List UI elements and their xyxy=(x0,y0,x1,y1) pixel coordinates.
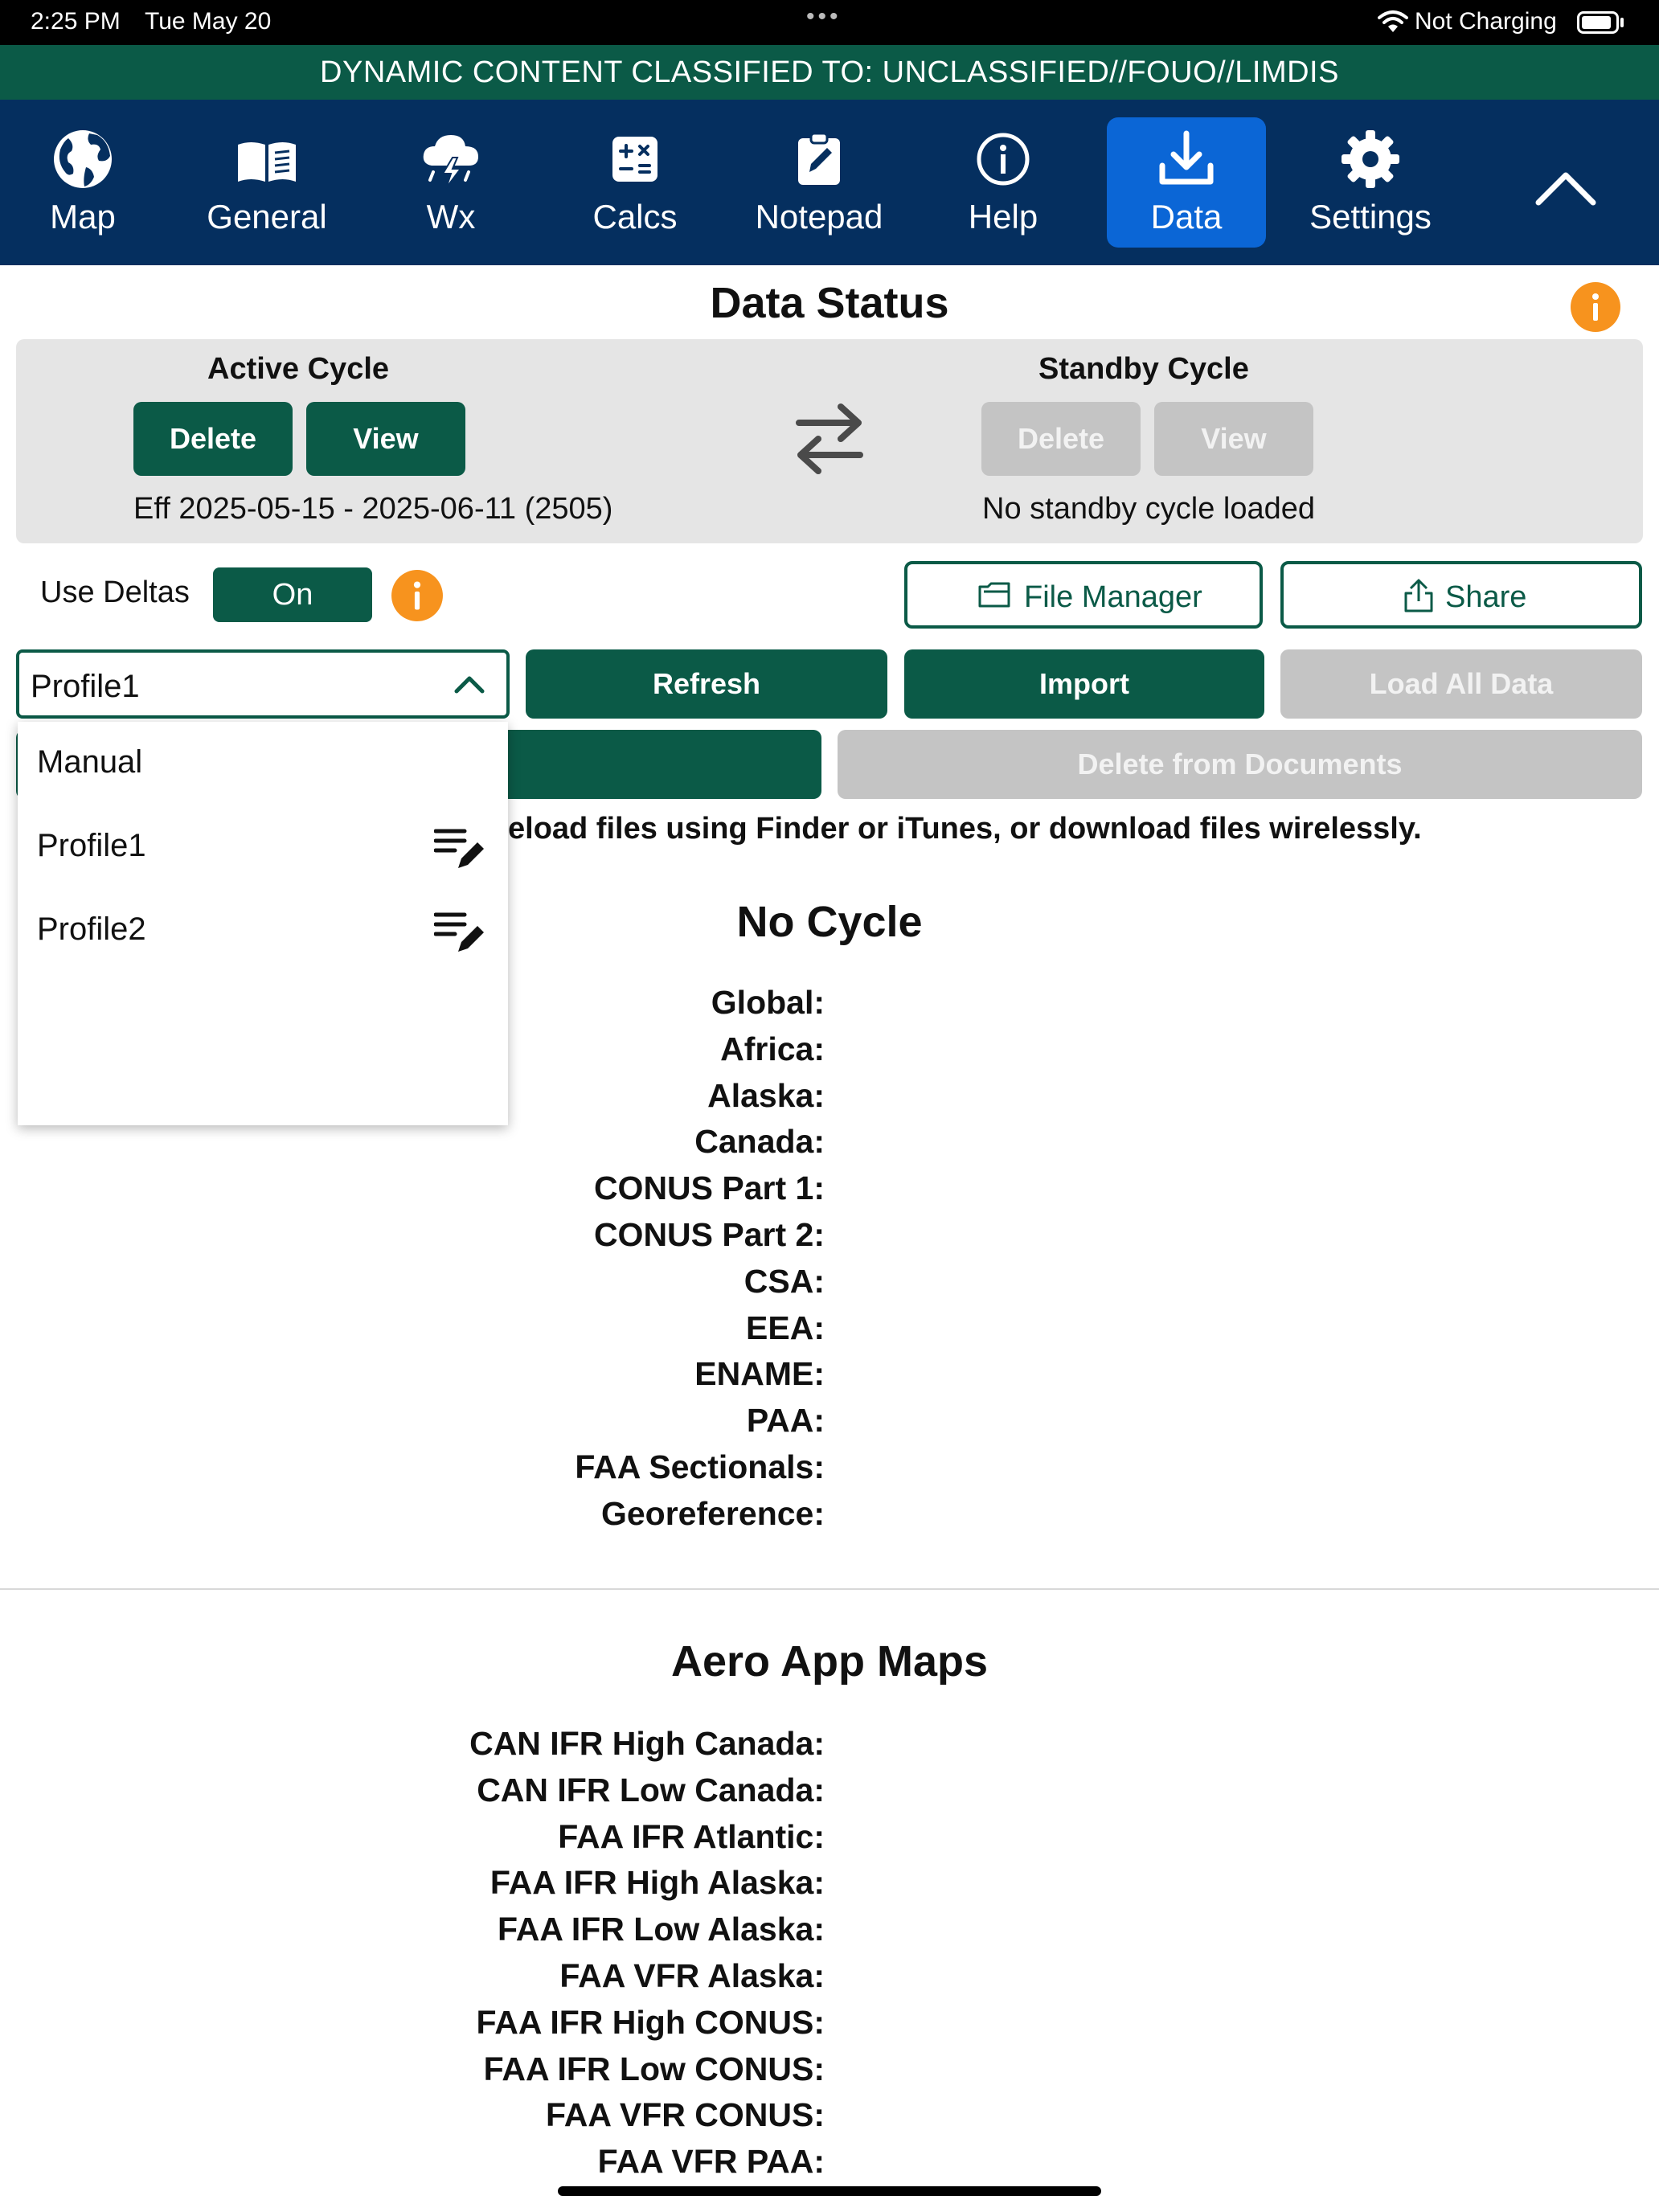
standby-view-button[interactable]: View xyxy=(1154,402,1313,476)
profile-select[interactable]: Profile1 xyxy=(16,649,510,719)
deltas-info-icon[interactable] xyxy=(391,569,444,622)
status-bar: 2:25 PM Tue May 20 ••• Not Charging xyxy=(0,0,1659,45)
load-all-data-button[interactable]: Load All Data xyxy=(1280,649,1642,719)
charging-status: Not Charging xyxy=(1415,8,1557,35)
menu-option-profile1[interactable]: Profile1 xyxy=(18,805,508,889)
nav-help[interactable]: Help xyxy=(924,117,1083,248)
list-item: FAA VFR CONUS: xyxy=(546,2096,825,2134)
aero-maps-list: CAN IFR High Canada: CAN IFR Low Canada:… xyxy=(469,1725,825,2189)
list-item: CAN IFR High Canada: xyxy=(469,1725,825,1762)
nav-data-label: Data xyxy=(1150,198,1223,236)
active-cycle-heading: Active Cycle xyxy=(207,352,390,386)
list-item: Georeference: xyxy=(600,1494,825,1532)
globe-icon xyxy=(54,130,112,188)
status-date: Tue May 20 xyxy=(145,8,272,35)
section-divider xyxy=(0,1588,1659,1590)
profile-select-value: Profile1 xyxy=(31,669,140,704)
refresh-button[interactable]: Refresh xyxy=(526,649,887,719)
active-delete-button[interactable]: Delete xyxy=(133,402,293,476)
swap-arrows-icon[interactable] xyxy=(794,397,865,481)
list-item: CSA: xyxy=(743,1262,825,1300)
list-item: ENAME: xyxy=(694,1355,825,1393)
menu-option-manual[interactable]: Manual xyxy=(18,722,508,805)
list-item: CAN IFR Low Canada: xyxy=(477,1771,825,1809)
menu-option-label: Manual xyxy=(37,744,143,780)
active-view-button[interactable]: View xyxy=(306,402,465,476)
book-icon xyxy=(238,142,296,182)
import-button[interactable]: Import xyxy=(904,649,1264,719)
menu-option-label: Profile1 xyxy=(37,828,146,863)
wifi-icon xyxy=(1378,10,1408,32)
nav-help-label: Help xyxy=(968,198,1038,236)
list-item: Canada: xyxy=(694,1123,825,1161)
list-item: FAA IFR Atlantic: xyxy=(558,1817,825,1855)
list-item: FAA Sectionals: xyxy=(575,1448,825,1485)
multitask-dots[interactable]: ••• xyxy=(806,3,842,31)
menu-option-profile2[interactable]: Profile2 xyxy=(18,889,508,973)
list-item: FAA VFR Alaska: xyxy=(559,1956,825,1994)
share-button[interactable]: Share xyxy=(1280,561,1642,629)
nav-map[interactable]: Map xyxy=(3,117,162,248)
list-item: Global: xyxy=(711,984,825,1021)
folder-icon xyxy=(978,582,1010,608)
standby-delete-button[interactable]: Delete xyxy=(981,402,1141,476)
collapse-chevron-icon[interactable] xyxy=(1527,148,1604,225)
nav-settings-label: Settings xyxy=(1309,198,1432,236)
list-item: FAA VFR PAA: xyxy=(597,2143,825,2181)
use-deltas-toggle[interactable]: On xyxy=(213,567,372,622)
nav-general[interactable]: General xyxy=(187,117,346,248)
nav-calcs-label: Calcs xyxy=(592,198,678,236)
list-item: EEA: xyxy=(746,1309,825,1346)
nav-wx-label: Wx xyxy=(426,198,476,236)
share-icon xyxy=(1404,579,1433,612)
use-deltas-label: Use Deltas xyxy=(40,576,190,609)
active-cycle-dates: Eff 2025-05-15 - 2025-06-11 (2505) xyxy=(133,492,613,526)
instructions-text: eload files using Finder or iTunes, or d… xyxy=(508,812,1422,846)
home-indicator[interactable] xyxy=(558,2186,1101,2196)
aero-maps-heading: Aero App Maps xyxy=(670,1637,989,1686)
battery-tip xyxy=(1620,18,1624,27)
info-icon xyxy=(977,133,1030,186)
menu-option-label: Profile2 xyxy=(37,911,146,947)
battery-icon xyxy=(1577,11,1619,34)
classification-banner: DYNAMIC CONTENT CLASSIFIED TO: UNCLASSIF… xyxy=(0,45,1659,100)
nav-map-label: Map xyxy=(50,198,116,236)
list-item: FAA IFR High Alaska: xyxy=(490,1864,825,1902)
gear-icon xyxy=(1342,130,1399,188)
list-item: CONUS Part 1: xyxy=(593,1169,825,1207)
storm-cloud-icon xyxy=(423,135,478,189)
list-item: CONUS Part 2: xyxy=(593,1215,825,1253)
nav-wx[interactable]: Wx xyxy=(371,117,530,248)
list-item: FAA IFR Low CONUS: xyxy=(483,2050,825,2087)
nav-data[interactable]: Data xyxy=(1107,117,1266,248)
standby-cycle-heading: Standby Cycle xyxy=(1038,352,1249,386)
chevron-up-icon xyxy=(454,676,485,694)
file-manager-button[interactable]: File Manager xyxy=(904,561,1263,629)
nav-notepad-label: Notepad xyxy=(755,198,883,236)
nav-settings[interactable]: Settings xyxy=(1291,117,1450,248)
edit-list-icon[interactable] xyxy=(434,826,485,873)
standby-cycle-status: No standby cycle loaded xyxy=(982,492,1316,526)
download-icon xyxy=(1159,130,1214,185)
edit-list-icon[interactable] xyxy=(434,910,485,956)
page-title: Data Status xyxy=(710,279,949,327)
notepad-icon xyxy=(798,132,840,185)
top-nav-bar: Map General Wx Calcs Notepad Help Data S… xyxy=(0,100,1659,265)
nav-notepad[interactable]: Notepad xyxy=(739,117,899,248)
status-time: 2:25 PM xyxy=(31,8,121,35)
share-label: Share xyxy=(1445,580,1527,614)
list-item: FAA IFR High CONUS: xyxy=(476,2003,825,2041)
no-cycle-list: Global: Africa: Alaska: Canada: CONUS Pa… xyxy=(575,984,825,1542)
list-item: FAA IFR Low Alaska: xyxy=(497,1911,825,1948)
list-item: Alaska: xyxy=(707,1076,825,1114)
list-item: PAA: xyxy=(746,1402,825,1440)
nav-general-label: General xyxy=(207,198,327,236)
nav-calcs[interactable]: Calcs xyxy=(555,117,715,248)
list-item: Africa: xyxy=(720,1030,825,1067)
delete-from-documents-button[interactable]: Delete from Documents xyxy=(838,730,1642,799)
profile-dropdown-menu: Manual Profile1 Profile2 xyxy=(18,722,508,1125)
file-manager-label: File Manager xyxy=(1024,580,1202,614)
info-icon[interactable] xyxy=(1570,281,1621,333)
calculator-icon xyxy=(612,137,657,182)
